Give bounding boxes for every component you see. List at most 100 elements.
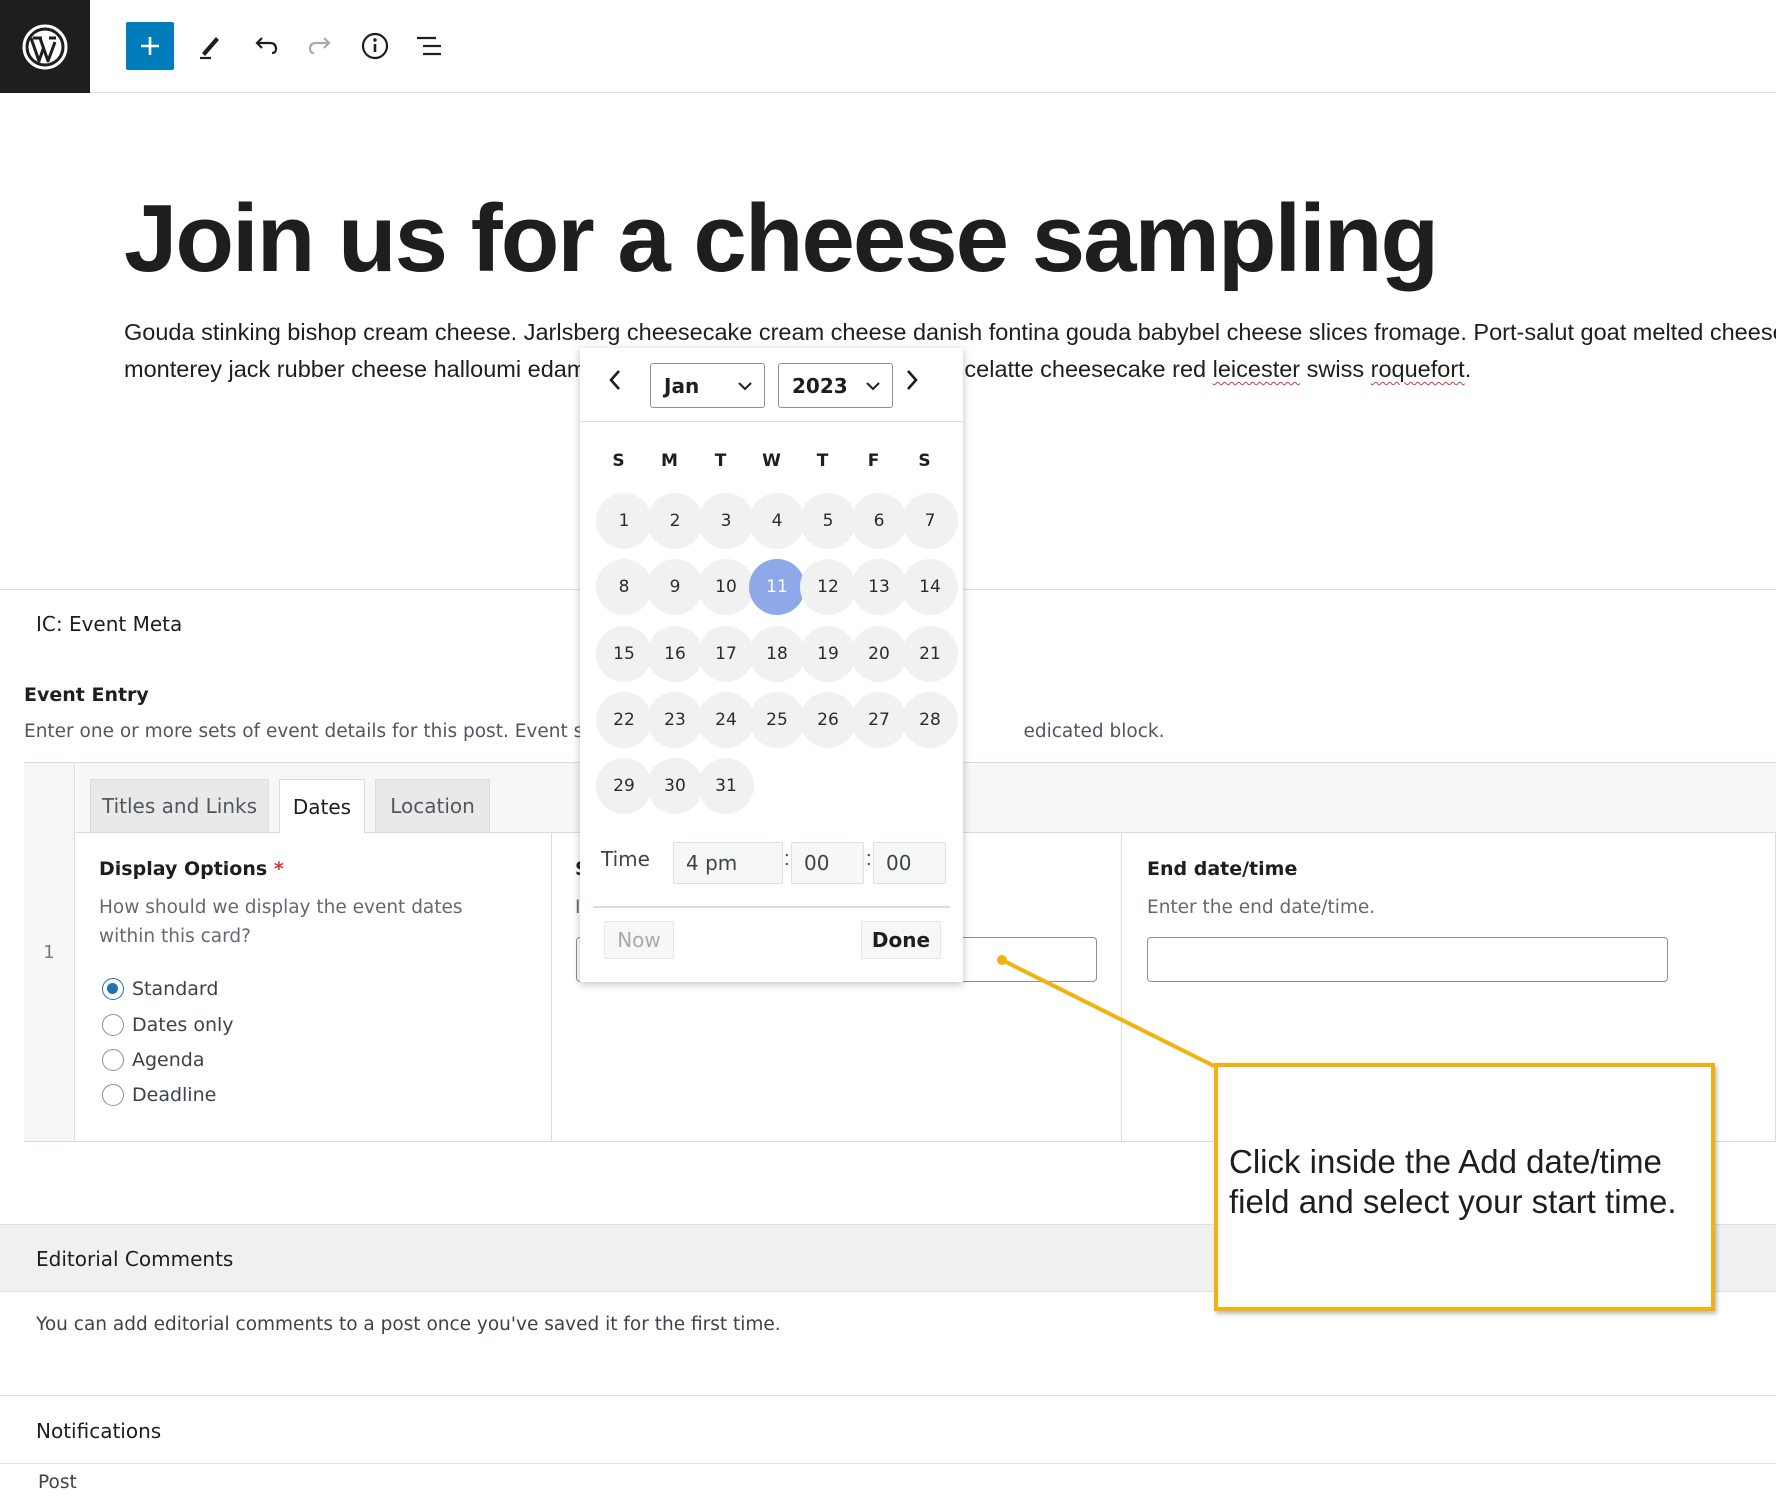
calendar-day[interactable]: 17: [698, 625, 754, 682]
section-divider: [0, 1463, 1776, 1464]
editorial-comments-title[interactable]: Editorial Comments: [36, 1247, 233, 1271]
list-view-button[interactable]: [405, 22, 453, 70]
weekday-wed: W: [762, 451, 781, 471]
metabox-title[interactable]: IC: Event Meta: [36, 612, 182, 636]
paragraph-text: swiss: [1300, 356, 1371, 382]
undo-button[interactable]: [242, 22, 290, 70]
minute-field[interactable]: 00: [791, 842, 864, 884]
calendar-day[interactable]: 4: [749, 493, 805, 549]
calendar-day[interactable]: 7: [902, 493, 958, 549]
row-handle[interactable]: 1: [24, 763, 75, 1141]
calendar-day[interactable]: 23: [647, 691, 703, 748]
calendar-day[interactable]: 25: [749, 691, 805, 748]
weekday-thu: T: [816, 451, 829, 471]
calendar-day[interactable]: 14: [902, 559, 958, 616]
notifications-text: Post: [38, 1472, 77, 1493]
calendar-days: 1 2 3 4 5 6 7 8 9 10 11 12 13 14 15 16 17 18 19 20 21 22 23 24 2…: [596, 493, 958, 818]
calendar-day[interactable]: 31: [698, 758, 754, 815]
radio-button[interactable]: [102, 1049, 124, 1071]
tab-dates[interactable]: Dates: [279, 779, 365, 834]
notifications-title[interactable]: Notifications: [36, 1419, 161, 1443]
calendar-day[interactable]: 3: [698, 493, 754, 549]
radio-button[interactable]: [102, 978, 124, 1000]
calendar-day[interactable]: 22: [596, 691, 652, 748]
calendar-day[interactable]: 30: [647, 758, 703, 815]
calendar-day[interactable]: 19: [800, 625, 856, 682]
calendar-day[interactable]: 27: [851, 691, 907, 748]
calendar-day[interactable]: 20: [851, 625, 907, 682]
calendar-day[interactable]: 18: [749, 625, 805, 682]
weekday-sat: S: [918, 451, 931, 471]
paragraph-text: celatte cheesecake red: [964, 356, 1213, 382]
calendar-day[interactable]: 1: [596, 493, 652, 549]
radio-button[interactable]: [102, 1014, 124, 1036]
calendar-day[interactable]: 12: [800, 559, 856, 616]
column-divider: [1121, 833, 1122, 1141]
weekday-sun: S: [612, 451, 625, 471]
calendar-day[interactable]: 10: [698, 559, 754, 616]
calendar-day[interactable]: 5: [800, 493, 856, 549]
calendar-day[interactable]: 28: [902, 691, 958, 748]
calendar-day[interactable]: 16: [647, 625, 703, 682]
radio-standard[interactable]: Standard: [102, 974, 218, 1004]
calendar-day[interactable]: 13: [851, 559, 907, 616]
add-block-button[interactable]: [126, 22, 174, 70]
second-field[interactable]: 00: [873, 842, 946, 884]
radio-label: Agenda: [132, 1049, 205, 1071]
column-divider: [551, 833, 552, 1141]
end-date-input[interactable]: [1147, 937, 1668, 982]
calendar-day[interactable]: 21: [902, 625, 958, 682]
month-value: Jan: [664, 373, 700, 398]
misspelled-word: leicester: [1212, 356, 1301, 382]
radio-dates-only[interactable]: Dates only: [102, 1010, 234, 1040]
previous-month-button[interactable]: [600, 360, 630, 400]
info-icon: [361, 32, 389, 60]
year-select[interactable]: 2023: [778, 363, 893, 408]
now-button[interactable]: Now: [604, 921, 674, 959]
calendar-day[interactable]: 29: [596, 758, 652, 815]
done-button[interactable]: Done: [861, 921, 941, 959]
radio-button[interactable]: [102, 1084, 124, 1106]
calendar-day[interactable]: 8: [596, 559, 652, 616]
year-value: 2023: [792, 373, 848, 398]
wordpress-logo-icon[interactable]: [0, 0, 90, 93]
redo-button[interactable]: [296, 22, 344, 70]
radio-agenda[interactable]: Agenda: [102, 1045, 205, 1075]
plus-icon: [141, 37, 159, 55]
redo-icon: [308, 37, 331, 55]
required-mark: *: [273, 858, 284, 880]
undo-icon: [255, 37, 278, 55]
calendar-day[interactable]: 24: [698, 691, 754, 748]
tab-titles-and-links[interactable]: Titles and Links: [90, 779, 269, 833]
weekday-mon: M: [661, 451, 678, 471]
picker-divider: [580, 421, 963, 422]
pencil-icon: [200, 37, 219, 60]
label-text: Display Options: [99, 858, 268, 880]
details-button[interactable]: [351, 22, 399, 70]
post-title[interactable]: Join us for a cheese sampling: [124, 184, 1439, 294]
month-select[interactable]: Jan: [650, 363, 765, 408]
list-view-icon: [417, 36, 441, 56]
callout-text: Click inside the Add date/time field and…: [1229, 1143, 1677, 1220]
end-date-label: End date/time: [1147, 858, 1298, 880]
calendar-day-selected[interactable]: 11: [749, 559, 805, 616]
description-text: Enter one or more sets of event details …: [24, 721, 629, 742]
radio-deadline[interactable]: Deadline: [102, 1080, 216, 1110]
calendar-day[interactable]: 2: [647, 493, 703, 549]
next-month-button[interactable]: [897, 360, 927, 400]
radio-label: Dates only: [132, 1014, 234, 1036]
paragraph-text: monterey jack rubber cheese halloumi eda…: [124, 356, 587, 382]
tools-button[interactable]: [186, 22, 234, 70]
hour-field[interactable]: 4 pm: [673, 842, 783, 884]
calendar-day[interactable]: 15: [596, 625, 652, 682]
chevron-down-icon: [866, 382, 880, 391]
time-separator: :: [866, 848, 872, 870]
calendar-day[interactable]: 26: [800, 691, 856, 748]
paragraph-text: .: [1464, 356, 1472, 382]
calendar-day[interactable]: 6: [851, 493, 907, 549]
misspelled-word: roquefort: [1370, 356, 1465, 382]
weekday-tue: T: [714, 451, 727, 471]
editorial-comments-text: You can add editorial comments to a post…: [36, 1314, 781, 1335]
tab-location[interactable]: Location: [375, 779, 490, 833]
calendar-day[interactable]: 9: [647, 559, 703, 616]
